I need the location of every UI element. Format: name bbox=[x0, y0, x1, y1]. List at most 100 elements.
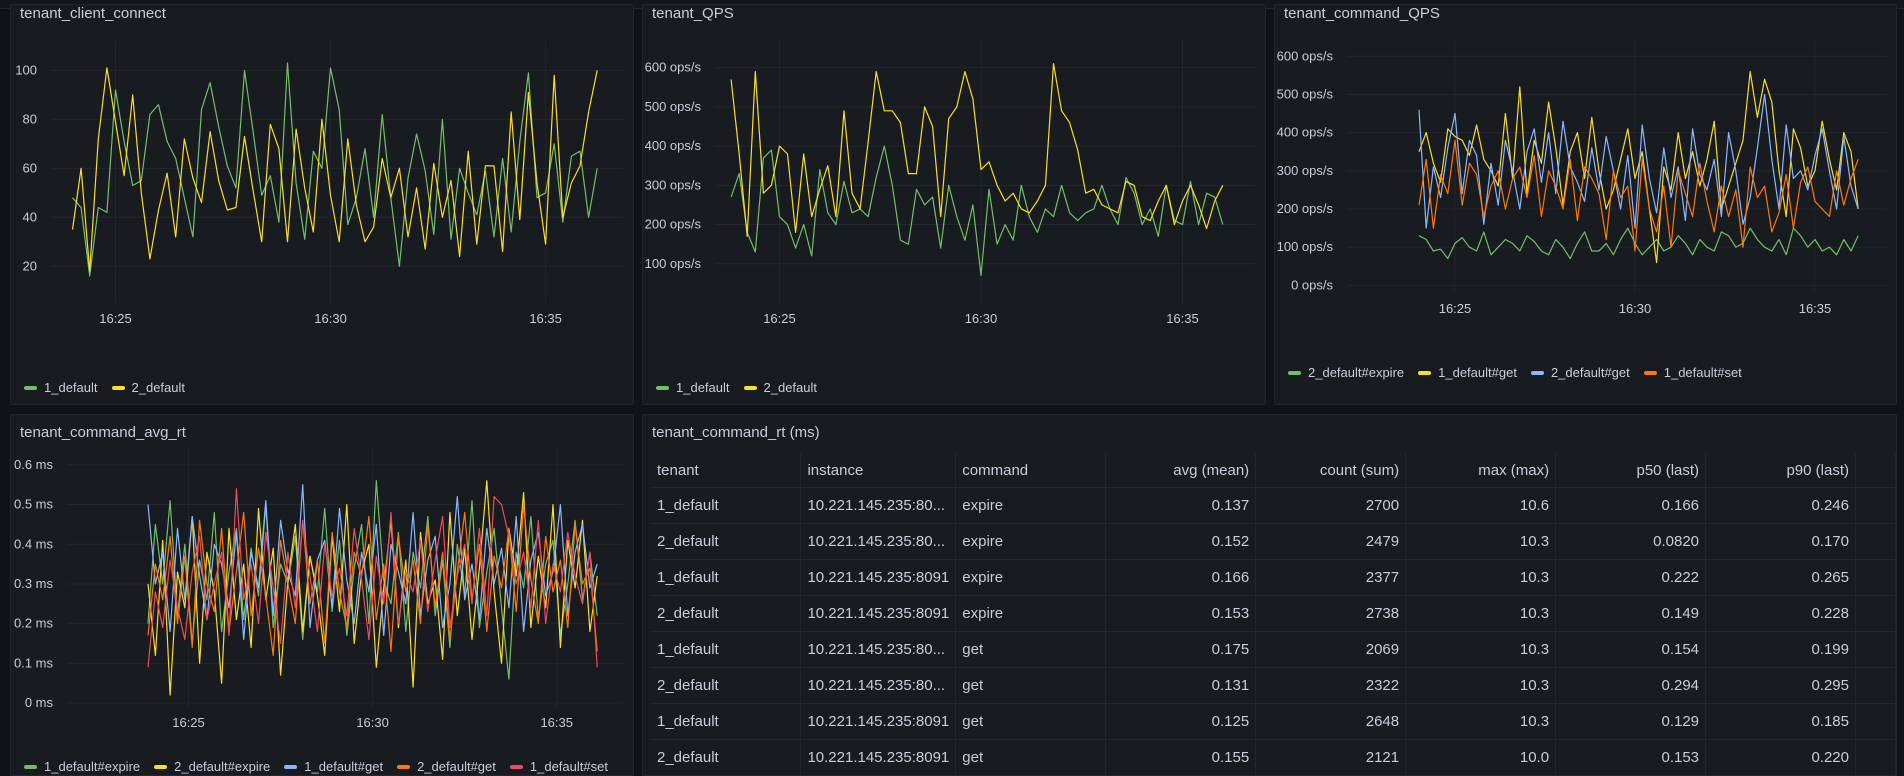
panel-tenant-command-rt[interactable]: tenant_command_rt (ms) tenant instance com… bbox=[642, 414, 1897, 776]
table-cell: 10.3 bbox=[1405, 667, 1556, 704]
table-cell: 2_default bbox=[651, 595, 801, 632]
table-cell: expire bbox=[955, 595, 1106, 632]
x-tick-label: 16:25 bbox=[99, 311, 132, 326]
table-cell: 10.221.145.235:8091 bbox=[800, 559, 956, 596]
legend-item[interactable]: 1_default#set bbox=[1643, 365, 1742, 380]
tenant-command-qps-chart[interactable]: 0 ops/s 100 ops/s 200 ops/s 300 ops/s 400 op… bbox=[1275, 23, 1896, 383]
series-line-2-default[interactable] bbox=[71, 67, 598, 272]
table-cell: 0.228 bbox=[1705, 595, 1856, 632]
legend-item[interactable]: 1_default bbox=[656, 380, 730, 395]
table-row[interactable]: 1_default 10.221.145.235:8091 expire 0.166 2… bbox=[651, 559, 1897, 596]
legend-swatch bbox=[111, 385, 125, 390]
table-cell: 0.129 bbox=[1555, 703, 1706, 740]
command-rt-table[interactable]: tenant instance command avg (mean) count (su… bbox=[651, 453, 1897, 775]
x-tick-label: 16:25 bbox=[1439, 301, 1472, 316]
table-row[interactable]: 1_default 10.221.145.235:80... get 0.175 206… bbox=[651, 631, 1897, 668]
table-cell: 1_default bbox=[651, 703, 801, 740]
table-cell: 2479 bbox=[1255, 523, 1406, 560]
table-cell: 0.137 bbox=[1105, 487, 1256, 524]
y-tick-label: 0.1 ms bbox=[14, 655, 54, 670]
legend-item[interactable]: 2_default bbox=[111, 380, 186, 395]
legend-item[interactable]: 2_default bbox=[743, 380, 817, 395]
table-row[interactable]: 1_default 10.221.145.235:80... expire 0.137… bbox=[651, 487, 1897, 524]
table-cell: get bbox=[955, 667, 1106, 704]
table-cell: 0.175 bbox=[1105, 631, 1256, 668]
tenant-client-connect-chart[interactable]: 20 40 60 80 100 16:25 16:30 16:35 bbox=[11, 23, 633, 393]
table-row[interactable]: 2_default 10.221.145.235:80... expire 0.152… bbox=[651, 523, 1897, 560]
legend-label: 1_default bbox=[676, 380, 730, 395]
table-cell: get bbox=[955, 631, 1106, 668]
panel-tenant-qps[interactable]: tenant_QPS 100 ops/s 200 ops/s 300 ops/s 40… bbox=[642, 4, 1266, 405]
x-tick-label: 16:25 bbox=[763, 311, 796, 326]
table-row[interactable]: 1_default 10.221.145.235:8091 get 0.125 2648… bbox=[651, 703, 1897, 740]
table-cell: 2121 bbox=[1255, 739, 1406, 775]
table-cell: 10.3 bbox=[1405, 595, 1556, 632]
column-header[interactable]: tenant bbox=[651, 453, 801, 488]
panel-tenant-client-connect[interactable]: tenant_client_connect 20 40 60 80 100 16:25 16… bbox=[10, 4, 634, 405]
table-cell: 10.3 bbox=[1405, 631, 1556, 668]
table-cell-spacer bbox=[1854, 595, 1897, 632]
panel-tenant-command-avg-rt[interactable]: tenant_command_avg_rt 0 ms 0.1 ms 0.2 ms 0.… bbox=[10, 414, 634, 776]
y-tick-label: 0 ops/s bbox=[1291, 277, 1333, 292]
table-cell: 10.3 bbox=[1405, 559, 1556, 596]
table-cell-spacer bbox=[1854, 667, 1897, 704]
legend-item[interactable]: 2_default#expire bbox=[1288, 365, 1404, 380]
column-header[interactable]: avg (mean) bbox=[1105, 453, 1256, 488]
legend-label: 1_default#get bbox=[1438, 365, 1517, 380]
table-cell: 10.6 bbox=[1405, 487, 1556, 524]
table-cell: 10.221.145.235:8091 bbox=[800, 703, 956, 740]
tenant-command-avg-rt-chart[interactable]: 0 ms 0.1 ms 0.2 ms 0.3 ms 0.4 ms 0.5 ms 0.6 ms… bbox=[11, 437, 633, 773]
column-header[interactable]: max (max) bbox=[1405, 453, 1556, 488]
table-cell-spacer bbox=[1854, 487, 1897, 524]
table-header-row: tenant instance command avg (mean) count (su… bbox=[651, 453, 1897, 488]
panel-title: tenant_client_connect bbox=[20, 5, 166, 22]
legend-item[interactable]: 2_default#get bbox=[1530, 365, 1630, 380]
table-cell: 0.185 bbox=[1705, 703, 1856, 740]
table-cell: 2_default bbox=[651, 739, 801, 775]
table-cell: 10.221.145.235:80... bbox=[800, 487, 956, 524]
table-row[interactable]: 2_default 10.221.145.235:8091 expire 0.153 2… bbox=[651, 595, 1897, 632]
table-cell: 0.170 bbox=[1705, 523, 1856, 560]
y-tick-label: 200 ops/s bbox=[645, 217, 702, 232]
legend-label: 2_default#get bbox=[1550, 365, 1630, 380]
y-tick-label: 80 bbox=[23, 111, 37, 126]
series-line-2-default-expire[interactable] bbox=[1418, 227, 1859, 260]
table-row[interactable]: 2_default 10.221.145.235:8091 get 0.155 2121… bbox=[651, 739, 1897, 775]
table-row[interactable]: 2_default 10.221.145.235:80... get 0.131 232… bbox=[651, 667, 1897, 704]
table-cell: expire bbox=[955, 487, 1106, 524]
table-cell: 0.265 bbox=[1705, 559, 1856, 596]
x-tick-label: 16:35 bbox=[529, 311, 562, 326]
column-header[interactable]: command bbox=[955, 453, 1106, 488]
column-header[interactable]: instance bbox=[800, 453, 956, 488]
series-line-1-default[interactable] bbox=[72, 62, 598, 277]
tenant-qps-chart[interactable]: 100 ops/s 200 ops/s 300 ops/s 400 ops/s 500 … bbox=[643, 23, 1265, 393]
table-cell: 10.3 bbox=[1405, 523, 1556, 560]
legend-swatch bbox=[1288, 370, 1301, 375]
y-tick-label: 100 bbox=[15, 62, 37, 77]
y-tick-label: 0.6 ms bbox=[14, 457, 54, 472]
legend-swatch bbox=[24, 385, 37, 390]
legend-item[interactable]: 1_default bbox=[24, 380, 98, 395]
table-cell: 0.166 bbox=[1555, 487, 1706, 524]
panel-title: tenant_QPS bbox=[652, 5, 734, 22]
table-cell: 2069 bbox=[1255, 631, 1406, 668]
y-tick-label: 0.4 ms bbox=[14, 536, 54, 551]
column-header[interactable]: p90 (last) bbox=[1705, 453, 1856, 488]
column-header[interactable]: p50 (last) bbox=[1555, 453, 1706, 488]
legend-swatch bbox=[397, 764, 411, 769]
legend-item[interactable]: 1_default#get bbox=[1418, 365, 1517, 380]
table-cell: 0.125 bbox=[1105, 703, 1256, 740]
table-cell-spacer bbox=[1854, 739, 1897, 775]
x-tick-label: 16:30 bbox=[1619, 301, 1652, 316]
table-cell: 0.149 bbox=[1555, 595, 1706, 632]
y-tick-label: 500 ops/s bbox=[1277, 86, 1334, 101]
table-cell-spacer bbox=[1854, 631, 1897, 668]
table-cell: expire bbox=[955, 559, 1106, 596]
legend-label: 2_default bbox=[131, 380, 186, 395]
column-header[interactable]: count (sum) bbox=[1255, 453, 1406, 488]
panel-title: tenant_command_rt (ms) bbox=[652, 424, 820, 441]
table-cell: 0.155 bbox=[1105, 739, 1256, 775]
legend-swatch bbox=[509, 764, 523, 769]
table-cell: 0.153 bbox=[1555, 739, 1706, 775]
panel-tenant-command-qps[interactable]: tenant_command_QPS 0 ops/s 100 ops/s 200 o… bbox=[1274, 4, 1897, 405]
